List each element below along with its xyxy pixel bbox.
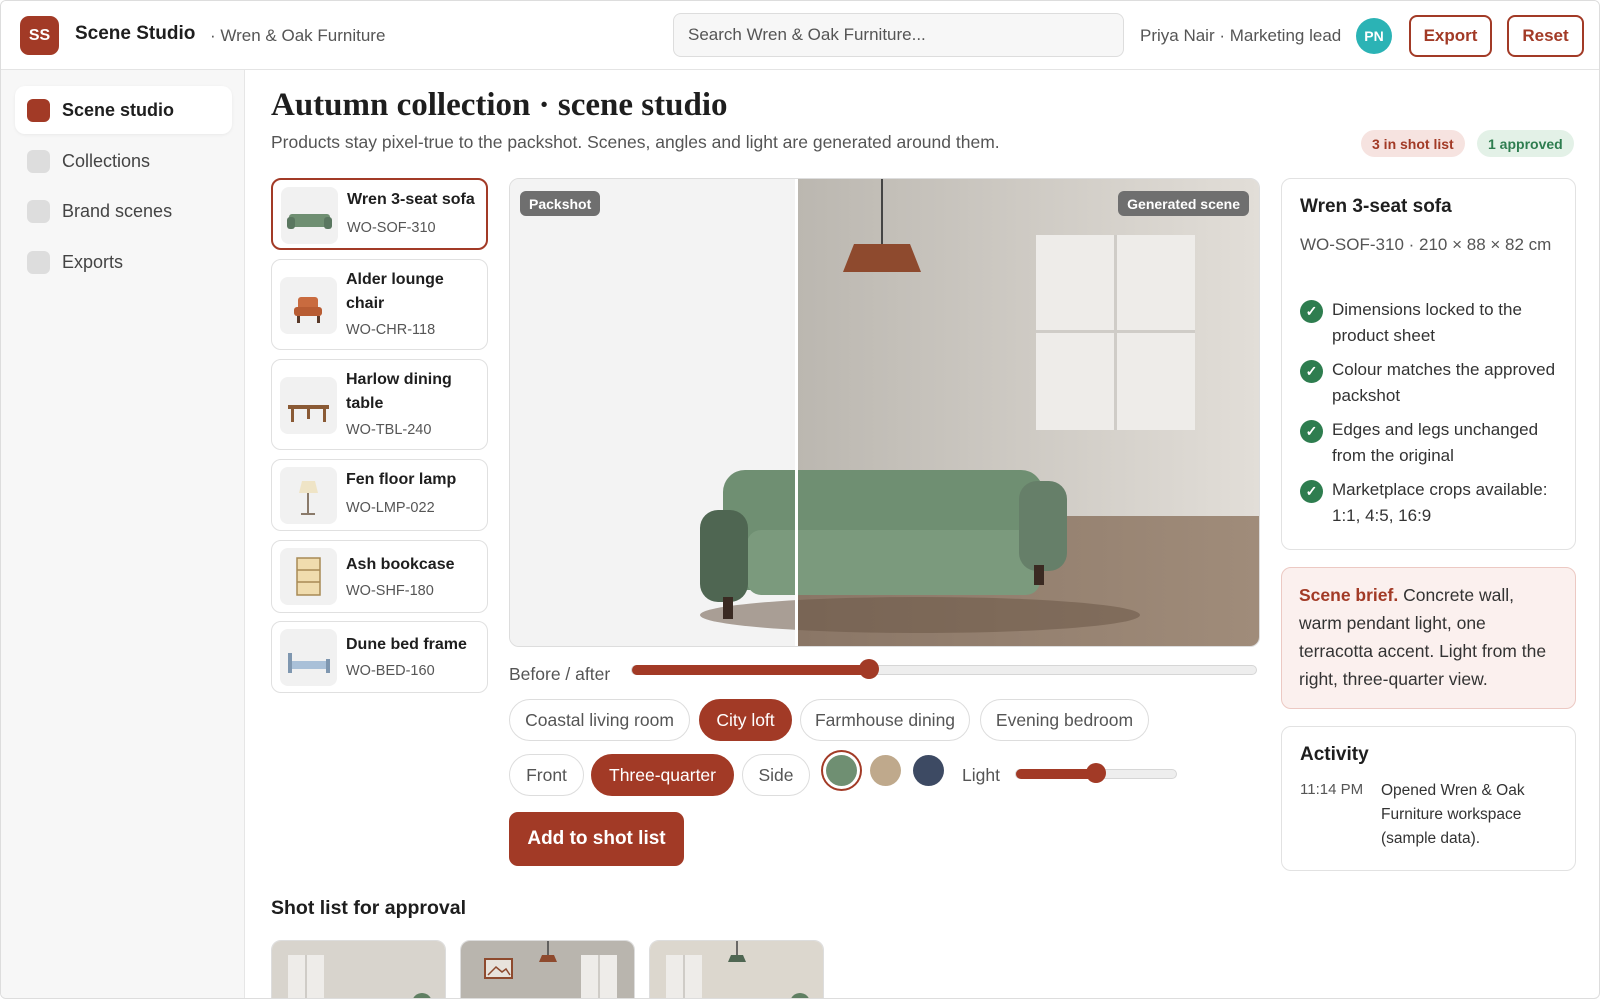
check-text: Dimensions locked to the product sheet (1332, 300, 1522, 345)
product-card[interactable]: Harlow dining table WO-TBL-240 (271, 359, 488, 450)
sidebar-item-label: Brand scenes (62, 200, 173, 221)
product-sku: WO-LMP-022 (346, 500, 435, 516)
check-icon: ✓ (1300, 420, 1323, 443)
bookcase-icon (280, 548, 337, 605)
light-label: Light (962, 765, 1000, 785)
page-subtitle: Products stay pixel-true to the packshot… (271, 132, 1000, 152)
check-text: Marketplace crops available: 1:1, 4:5, 1… (1332, 480, 1548, 525)
slider-fill (632, 665, 870, 675)
scene-illustration (510, 179, 1259, 646)
light-slider[interactable] (1015, 763, 1177, 783)
approved-count-badge: 1 approved (1477, 130, 1574, 157)
shot-thumbnail[interactable] (271, 940, 446, 998)
nav-square-icon (27, 199, 50, 223)
nav-square-icon (27, 250, 50, 274)
detail-product-name: Wren 3-seat sofa (1300, 196, 1452, 217)
scene-chip-city-loft[interactable]: City loft (699, 699, 792, 741)
slider-handle[interactable] (1086, 763, 1106, 783)
activity-card: Activity 11:14 PM Opened Wren & Oak Furn… (1281, 726, 1576, 871)
product-name: Wren 3-seat sofa (347, 191, 475, 208)
search-input[interactable] (673, 13, 1124, 57)
sidebar-item-exports[interactable]: Exports (15, 238, 232, 286)
lamp-icon (280, 467, 337, 524)
shot-thumbnail[interactable] (460, 940, 635, 998)
scene-preview[interactable]: Packshot Generated scene (509, 178, 1260, 647)
sidebar-item-label: Collections (62, 150, 151, 171)
angle-chip-front[interactable]: Front (509, 754, 584, 796)
nav-square-icon (27, 98, 50, 122)
product-card[interactable]: Alder lounge chair WO-CHR-118 (271, 259, 488, 350)
reset-button[interactable]: Reset (1507, 15, 1584, 57)
slider-fill (1016, 769, 1096, 779)
nav-square-icon (27, 149, 50, 173)
shot-list-title: Shot list for approval (271, 897, 467, 919)
product-name: Harlow dining table (346, 371, 452, 412)
user-name: Priya Nair · Marketing lead (1140, 26, 1342, 45)
product-card[interactable]: Ash bookcase WO-SHF-180 (271, 540, 488, 613)
product-sku: WO-BED-160 (346, 663, 435, 679)
scene-brief-card: Scene brief. Concrete wall, warm pendant… (1281, 567, 1576, 709)
scene-chip-coastal-living-room[interactable]: Coastal living room (509, 699, 690, 741)
sidebar-item-brand-scenes[interactable]: Brand scenes (15, 187, 232, 235)
activity-title: Activity (1300, 744, 1369, 765)
scene-chip-evening-bedroom[interactable]: Evening bedroom (980, 699, 1149, 741)
check-icon: ✓ (1300, 360, 1323, 383)
product-name: Ash bookcase (346, 556, 455, 573)
product-name: Fen floor lamp (346, 471, 457, 488)
product-sku: WO-SOF-310 (347, 220, 436, 236)
bed-icon (280, 629, 337, 686)
product-sku: WO-CHR-118 (346, 322, 436, 338)
before-after-slider[interactable] (631, 659, 1257, 679)
before-after-label: Before / after (509, 664, 611, 684)
scene-brief-text: Scene brief. Concrete wall, warm pendant… (1299, 581, 1561, 693)
sidebar: Scene studio Collections Brand scenes Ex… (1, 70, 245, 998)
app-name: Scene Studio (75, 23, 196, 44)
scene-chip-farmhouse-dining[interactable]: Farmhouse dining (800, 699, 970, 741)
sidebar-item-label: Exports (62, 251, 124, 272)
product-card[interactable]: Dune bed frame WO-BED-160 (271, 621, 488, 693)
sidebar-item-collections[interactable]: Collections (15, 137, 232, 185)
product-detail-card: Wren 3-seat sofa WO-SOF-310 · 210 × 88 ×… (1281, 178, 1576, 550)
activity-time: 11:14 PM (1300, 781, 1364, 798)
app-window: SS Scene Studio · Wren & Oak Furniture P… (0, 0, 1600, 999)
chair-icon (280, 277, 337, 334)
check-icon: ✓ (1300, 480, 1323, 503)
sofa-icon (281, 187, 338, 244)
product-card[interactable]: Fen floor lamp WO-LMP-022 (271, 459, 488, 531)
slider-handle[interactable] (859, 659, 880, 679)
product-name: Alder lounge chair (346, 271, 444, 312)
app-logo: SS (20, 16, 59, 55)
activity-text: Opened Wren & Oak Furniture workspace (s… (1381, 782, 1525, 847)
detail-product-spec: WO-SOF-310 · 210 × 88 × 82 cm (1300, 235, 1552, 254)
workspace-name: · Wren & Oak Furniture (210, 26, 386, 45)
export-button[interactable]: Export (1409, 15, 1492, 57)
sidebar-item-label: Scene studio (62, 99, 175, 120)
colour-swatch-sage[interactable] (826, 755, 857, 786)
check-text: Edges and legs unchanged from the origin… (1332, 420, 1539, 465)
angle-chip-three-quarter[interactable]: Three-quarter (591, 754, 734, 796)
check-icon: ✓ (1300, 300, 1323, 323)
angle-chip-side[interactable]: Side (742, 754, 810, 796)
shotlist-count-badge: 3 in shot list (1361, 130, 1465, 157)
shot-thumbnail[interactable] (649, 940, 824, 998)
packshot-label: Packshot (520, 191, 601, 216)
sidebar-item-scene-studio[interactable]: Scene studio (15, 86, 232, 134)
check-text: Colour matches the approved packshot (1332, 360, 1556, 405)
product-sku: WO-SHF-180 (346, 583, 434, 599)
colour-swatch-navy[interactable] (913, 755, 944, 786)
page-title: Autumn collection · scene studio (271, 87, 728, 123)
avatar[interactable]: PN (1356, 18, 1392, 54)
product-name: Dune bed frame (346, 636, 467, 653)
product-card[interactable]: Wren 3-seat sofa WO-SOF-310 (271, 178, 488, 250)
top-bar: SS Scene Studio · Wren & Oak Furniture P… (1, 1, 1599, 70)
colour-swatch-sand[interactable] (870, 755, 901, 786)
product-sku: WO-TBL-240 (346, 422, 432, 438)
table-icon (280, 377, 337, 434)
generated-scene-label: Generated scene (1118, 191, 1249, 216)
add-to-shot-list-button[interactable]: Add to shot list (509, 812, 684, 866)
scene-brief-label: Scene brief. (1299, 585, 1399, 605)
